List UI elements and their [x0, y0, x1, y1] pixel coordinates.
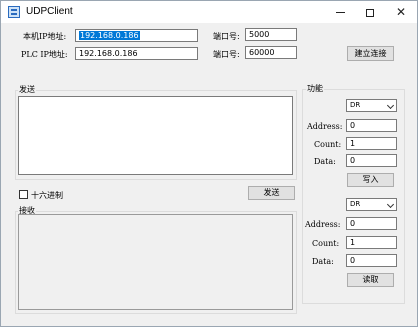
- read-count-label: Count:: [312, 239, 340, 248]
- port-label-1: 端口号:: [213, 32, 240, 41]
- connect-button[interactable]: 建立连接: [347, 46, 394, 61]
- receive-textarea[interactable]: [18, 214, 293, 310]
- plc-ip-label: PLC IP地址:: [21, 50, 68, 59]
- read-area-select[interactable]: DR: [346, 198, 397, 211]
- plc-port-input[interactable]: 60000: [245, 46, 297, 59]
- read-count-input[interactable]: 1: [346, 236, 397, 249]
- write-address-input[interactable]: 0: [346, 119, 397, 132]
- read-data-label: Data:: [312, 257, 334, 266]
- read-area-value: DR: [350, 200, 361, 208]
- close-icon: ✕: [395, 5, 407, 19]
- maximize-button[interactable]: [355, 1, 385, 23]
- port-label-2: 端口号:: [213, 50, 240, 59]
- local-port-input[interactable]: 5000: [245, 28, 297, 41]
- write-data-label: Data:: [314, 157, 336, 166]
- write-button[interactable]: 写入: [347, 173, 394, 187]
- hex-checkbox-label: 十六进制: [31, 191, 63, 200]
- app-window-icon: [8, 6, 20, 18]
- local-ip-value: 192.168.0.186: [79, 31, 140, 40]
- send-button[interactable]: 发送: [248, 186, 295, 200]
- send-textarea[interactable]: [18, 96, 293, 175]
- read-button[interactable]: 读取: [347, 273, 394, 287]
- main-window: UDPClient ✕ 本机IP地址: 192.168.0.186 端口号: 5…: [0, 0, 418, 327]
- hex-checkbox[interactable]: [19, 190, 28, 199]
- local-ip-input[interactable]: 192.168.0.186: [75, 29, 198, 42]
- read-data-input[interactable]: 0: [346, 254, 397, 267]
- window-title: UDPClient: [26, 6, 73, 17]
- plc-ip-input[interactable]: 192.168.0.186: [75, 47, 198, 60]
- write-count-label: Count:: [314, 140, 342, 149]
- title-bar[interactable]: UDPClient ✕: [1, 1, 417, 23]
- read-address-input[interactable]: 0: [346, 217, 397, 230]
- write-data-input[interactable]: 0: [346, 154, 397, 167]
- maximize-icon: [366, 8, 374, 17]
- chevron-down-icon: [386, 101, 395, 110]
- local-ip-label: 本机IP地址:: [23, 32, 67, 41]
- write-address-label: Address:: [307, 122, 343, 131]
- close-button[interactable]: ✕: [386, 1, 416, 23]
- function-group-label: 功能: [306, 83, 324, 94]
- chevron-down-icon: [386, 200, 395, 209]
- read-address-label: Address:: [305, 220, 341, 229]
- minimize-button[interactable]: [325, 1, 355, 23]
- write-area-value: DR: [350, 101, 361, 109]
- write-count-input[interactable]: 1: [346, 137, 397, 150]
- minimize-icon: [335, 12, 345, 13]
- write-area-select[interactable]: DR: [346, 99, 397, 112]
- send-group-label: 发送: [18, 84, 36, 95]
